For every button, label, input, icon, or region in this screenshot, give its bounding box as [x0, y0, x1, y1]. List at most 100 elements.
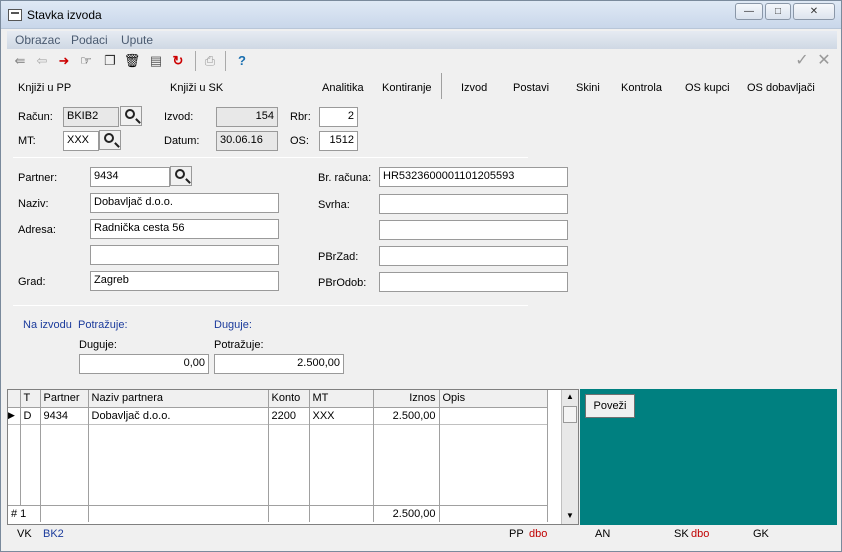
racun-field[interactable]: BKIB2	[63, 107, 119, 127]
svrha-field[interactable]	[379, 194, 568, 214]
povezi-panel: Poveži	[580, 389, 837, 525]
racun-label: Račun:	[18, 111, 53, 123]
minimize-button[interactable]: —	[735, 3, 763, 20]
mt-search-button[interactable]	[99, 130, 121, 150]
pbrzad-field[interactable]	[379, 246, 568, 266]
print-icon[interactable]: ⎙	[201, 52, 219, 70]
refresh-icon[interactable]: ↻	[169, 52, 187, 70]
knjizi-u-sk-link[interactable]: Knjiži u SK	[170, 82, 223, 94]
izvod-link[interactable]: Izvod	[461, 82, 487, 94]
column-header[interactable]: Opis	[439, 390, 548, 408]
scroll-up-icon[interactable]: ▲	[566, 392, 574, 401]
close-button[interactable]: ✕	[793, 3, 835, 20]
column-header[interactable]: MT	[309, 390, 374, 408]
grad-field[interactable]: Zagreb	[90, 271, 279, 291]
separator	[13, 305, 528, 306]
cell-mt[interactable]: XXX	[309, 407, 374, 424]
grid-scrollbar[interactable]: ▲ ▼	[561, 390, 578, 524]
mt-label: MT:	[18, 135, 36, 147]
partner-label: Partner:	[18, 172, 58, 184]
naziv-label: Naziv:	[18, 198, 49, 210]
column-header[interactable]: Konto	[268, 390, 310, 408]
row-pointer-icon: ▶	[8, 407, 21, 424]
vk-label: VK	[17, 528, 32, 540]
toolbar-divider	[225, 51, 226, 71]
back-icon[interactable]: ⇦	[33, 52, 51, 70]
column-header[interactable]: Iznos	[373, 390, 440, 408]
os-dobavljaci-link[interactable]: OS dobavljači	[747, 82, 815, 94]
sk-label: SK	[674, 528, 689, 540]
partner-search-button[interactable]	[170, 166, 192, 186]
adresa2-field[interactable]	[90, 245, 279, 265]
arrow-right-icon[interactable]: ➜	[55, 52, 73, 70]
rbr-field[interactable]: 2	[319, 107, 358, 127]
column-header[interactable]: Partner	[40, 390, 89, 408]
cell-iznos[interactable]: 2.500,00	[373, 407, 440, 424]
svrha-label: Svrha:	[318, 199, 350, 211]
cell-opis[interactable]	[439, 407, 548, 424]
br-racuna-field[interactable]: HR5323600001101205593	[379, 167, 568, 187]
mt-field[interactable]: XXX	[63, 131, 99, 151]
os-field[interactable]: 1512	[319, 131, 358, 151]
grad-label: Grad:	[18, 276, 46, 288]
save-doc-icon[interactable]: ▤	[147, 52, 165, 70]
partner-field[interactable]: 9434	[90, 167, 170, 187]
copy-icon[interactable]: ❐	[101, 52, 119, 70]
app-icon	[8, 9, 22, 21]
menu-upute[interactable]: Upute	[121, 33, 153, 47]
window-title: Stavka izvoda	[27, 8, 102, 22]
naziv-field[interactable]: Dobavljač d.o.o.	[90, 193, 279, 213]
stavke-grid[interactable]: T Partner Naziv partnera Konto MT Iznos …	[7, 389, 579, 525]
check-icon[interactable]: ✓	[793, 52, 811, 70]
cell-partner[interactable]: 9434	[40, 407, 89, 424]
knjizi-u-pp-link[interactable]: Knjiži u PP	[18, 82, 71, 94]
main-window: Stavka izvoda — □ ✕ Obrazac Podaci Upute…	[0, 0, 842, 552]
maximize-button[interactable]: □	[765, 3, 791, 20]
cell-naziv[interactable]: Dobavljač d.o.o.	[88, 407, 269, 424]
scroll-thumb[interactable]	[563, 406, 577, 423]
an-label: AN	[595, 528, 611, 540]
pbrodob-field[interactable]	[379, 272, 568, 292]
cell-konto[interactable]: 2200	[268, 407, 310, 424]
stavke-table: T Partner Naziv partnera Konto MT Iznos …	[8, 390, 548, 522]
analitika-link[interactable]: Analitika	[322, 82, 364, 94]
gk-label: GK	[753, 528, 769, 540]
svrha2-field[interactable]	[379, 220, 568, 240]
pp-label: PP	[509, 528, 524, 540]
postavi-link[interactable]: Postavi	[513, 82, 549, 94]
help-icon[interactable]: ?	[233, 52, 251, 70]
footer-count: # 1	[8, 505, 41, 522]
exit-icon[interactable]: ⇚	[11, 52, 29, 70]
duguje-field[interactable]: 0,00	[79, 354, 209, 374]
cancel-x-icon[interactable]: ✕	[815, 52, 833, 70]
rbr-label: Rbr:	[290, 111, 311, 123]
kontiranje-link[interactable]: Kontiranje	[382, 82, 432, 94]
br-racuna-label: Br. računa:	[318, 172, 372, 184]
duguje-label: Duguje:	[79, 339, 117, 351]
scroll-down-icon[interactable]: ▼	[566, 511, 574, 520]
title-bar: Stavka izvoda — □ ✕	[1, 1, 841, 29]
toolbar: ⇚ ⇦ ➜ ☞ ❐ 🗑 ▤ ↻ ⎙ ? ✓ ✕	[7, 49, 837, 73]
column-header[interactable]: Naziv partnera	[88, 390, 269, 408]
izvod-field: 154	[216, 107, 278, 127]
adresa-field[interactable]: Radnička cesta 56	[90, 219, 279, 239]
os-kupci-link[interactable]: OS kupci	[685, 82, 730, 94]
column-header[interactable]: T	[20, 390, 41, 408]
skini-link[interactable]: Skini	[576, 82, 600, 94]
hand-icon[interactable]: ☞	[77, 52, 95, 70]
racun-search-button[interactable]	[120, 106, 142, 126]
magnifier-icon	[125, 109, 135, 119]
duguje-head-label: Duguje:	[214, 319, 252, 331]
vk-value: BK2	[43, 528, 64, 540]
menu-podaci[interactable]: Podaci	[71, 33, 108, 47]
datum-label: Datum:	[164, 135, 200, 147]
kontrola-link[interactable]: Kontrola	[621, 82, 662, 94]
potrazuje-field[interactable]: 2.500,00	[214, 354, 344, 374]
povezi-button[interactable]: Poveži	[585, 394, 635, 418]
cell-t[interactable]: D	[20, 407, 41, 424]
trash-icon[interactable]: 🗑	[123, 52, 141, 70]
menu-obrazac[interactable]: Obrazac	[15, 33, 60, 47]
status-bar: VK BK2 PP dbo AN SK dbo GK	[7, 525, 837, 543]
table-row[interactable]: ▶ D 9434 Dobavljač d.o.o. 2200 XXX 2.500…	[8, 407, 548, 424]
row-indicator-header	[8, 390, 21, 408]
